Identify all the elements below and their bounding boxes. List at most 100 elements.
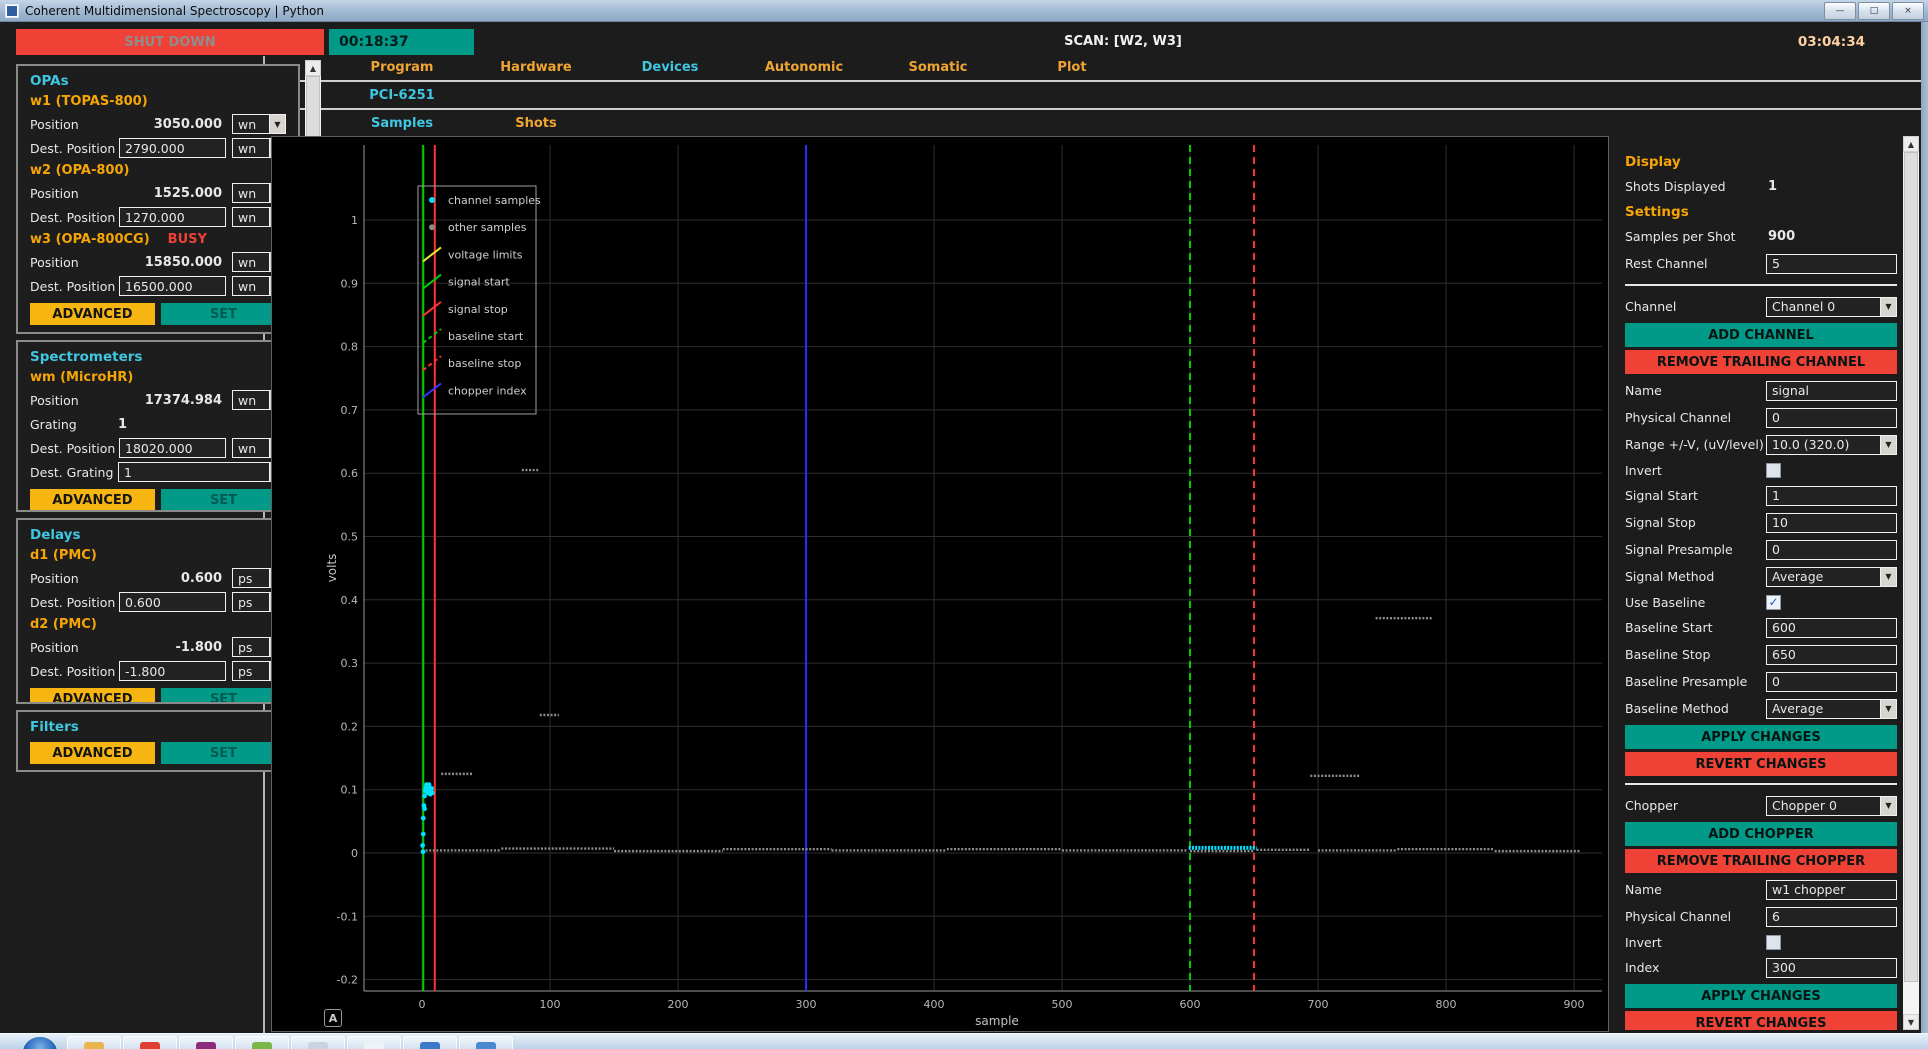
signal-method-select[interactable]: Average▼ <box>1766 567 1897 587</box>
start-button[interactable] <box>22 1036 58 1049</box>
apply-changes-button[interactable]: APPLY CHANGES <box>1625 725 1897 749</box>
filters-advanced-button[interactable]: ADVANCED <box>30 742 155 764</box>
rest-channel-input[interactable]: 5 <box>1766 254 1897 274</box>
chopper-revert-changes-button[interactable]: REVERT CHANGES <box>1625 1011 1897 1030</box>
chevron-down-icon: ▼ <box>1880 298 1896 316</box>
tab-autonomic[interactable]: Autonomic <box>737 60 871 75</box>
minimize-button[interactable]: — <box>1824 2 1856 20</box>
baseline-presample-row: Baseline Presample 0 <box>1625 668 1897 695</box>
x-tick-label: 700 <box>1308 998 1329 1011</box>
baseline-presample-input[interactable]: 0 <box>1766 672 1897 692</box>
chopper-select[interactable]: Chopper 0▼ <box>1766 796 1897 816</box>
d2-position-value: -1.800 <box>116 640 226 655</box>
field-label: Signal Stop <box>1625 515 1766 530</box>
tab-devices[interactable]: Devices <box>603 60 737 75</box>
range-select[interactable]: 10.0 (320.0)▼ <box>1766 435 1897 455</box>
baseline-method-select[interactable]: Average▼ <box>1766 699 1897 719</box>
baseline-stop-input[interactable]: 650 <box>1766 645 1897 665</box>
chopper-name-input[interactable]: w1 chopper <box>1766 880 1897 900</box>
field-label: Dest. Position <box>30 210 116 225</box>
channel-name-input[interactable]: signal <box>1766 381 1897 401</box>
scroll-up-icon[interactable]: ▲ <box>305 60 321 76</box>
use-baseline-checkbox[interactable] <box>1766 595 1781 610</box>
channel-value: Channel 0 <box>1767 299 1835 314</box>
shutdown-button[interactable]: SHUT DOWN <box>16 29 324 55</box>
opas-advanced-button[interactable]: ADVANCED <box>30 303 155 325</box>
chopper-apply-changes-button[interactable]: APPLY CHANGES <box>1625 984 1897 1008</box>
signal-stop-input[interactable]: 10 <box>1766 513 1897 533</box>
chopper-physical-channel-input[interactable]: 6 <box>1766 907 1897 927</box>
autoscale-button[interactable]: A <box>324 1009 342 1027</box>
taskbar-item-folder-icon[interactable] <box>67 1036 121 1049</box>
spectrometers-set-button[interactable]: SET <box>161 489 286 511</box>
chopper-index-input[interactable]: 300 <box>1766 958 1897 978</box>
channel-select[interactable]: Channel 0 ▼ <box>1766 297 1897 317</box>
chopper-invert-checkbox[interactable] <box>1766 935 1781 950</box>
scroll-up-icon[interactable]: ▲ <box>1903 136 1919 152</box>
taskbar-item-purple-app-icon[interactable] <box>179 1036 233 1049</box>
taskbar-item-blue-app-icon[interactable] <box>459 1036 513 1049</box>
x-tick-label: 200 <box>668 998 689 1011</box>
taskbar-item-gray-app-icon[interactable] <box>291 1036 345 1049</box>
w3-position-value: 15850.000 <box>116 255 226 270</box>
d2-dest-position-input[interactable]: -1.800 <box>119 661 226 681</box>
chopper-name-row: Name w1 chopper <box>1625 876 1897 903</box>
tab-shots[interactable]: Shots <box>469 116 603 131</box>
tab-pci-6251[interactable]: PCI-6251 <box>335 88 469 103</box>
field-label: Shots Displayed <box>1625 179 1766 194</box>
field-label: Dest. Position <box>30 595 116 610</box>
w1-units-select[interactable]: wn▼ <box>232 114 286 134</box>
x-axis-title: sample <box>975 1014 1019 1028</box>
scrollbar-thumb[interactable] <box>1904 152 1918 982</box>
y-tick-label: 0.3 <box>341 657 359 670</box>
taskbar-item-console-app-icon[interactable] <box>403 1036 457 1049</box>
taskbar-item-red-app-icon[interactable] <box>123 1036 177 1049</box>
scroll-down-icon[interactable]: ▼ <box>1903 1014 1919 1030</box>
field-label: Invert <box>1625 463 1766 478</box>
settings-scrollbar[interactable]: ▲ ▼ <box>1903 136 1919 1030</box>
remove-trailing-channel-button[interactable]: REMOVE TRAILING CHANNEL <box>1625 350 1897 374</box>
filters-set-button[interactable]: SET <box>161 742 286 764</box>
baseline-start-input[interactable]: 600 <box>1766 618 1897 638</box>
delays-advanced-button[interactable]: ADVANCED <box>30 688 155 704</box>
taskbar-item-white-app-icon[interactable] <box>347 1036 401 1049</box>
legend-label: baseline stop <box>448 357 521 370</box>
taskbar-item-green-app-icon[interactable] <box>235 1036 289 1049</box>
signal-presample-input[interactable]: 0 <box>1766 540 1897 560</box>
tab-plot[interactable]: Plot <box>1005 60 1139 75</box>
wm-dest-position-input[interactable]: 18020.000 <box>119 438 226 458</box>
tab-program[interactable]: Program <box>335 60 469 75</box>
w3-dest-position-input[interactable]: 16500.000 <box>119 276 226 296</box>
y-axis-title: volts <box>325 554 339 583</box>
samples-per-shot-value: 900 <box>1766 229 1795 244</box>
y-tick-label: 0.4 <box>341 594 359 607</box>
plot-canvas[interactable]: 010020030040050060070080090010.90.80.70.… <box>271 136 1609 1032</box>
physical-channel-row: Physical Channel 0 <box>1625 404 1897 431</box>
add-chopper-button[interactable]: ADD CHOPPER <box>1625 822 1897 846</box>
w3-busy-badge: BUSY <box>168 232 207 247</box>
delays-set-button[interactable]: SET <box>161 688 286 704</box>
invert-checkbox[interactable] <box>1766 463 1781 478</box>
units-value: wn <box>233 441 256 456</box>
w1-dest-position-input[interactable]: 2790.000 <box>119 138 226 158</box>
baseline-stop-row: Baseline Stop 650 <box>1625 641 1897 668</box>
opas-set-button[interactable]: SET <box>161 303 286 325</box>
tab-samples[interactable]: Samples <box>335 116 469 131</box>
physical-channel-input[interactable]: 0 <box>1766 408 1897 428</box>
close-button[interactable]: × <box>1892 2 1924 20</box>
restore-button[interactable]: □ <box>1858 2 1890 20</box>
field-label: Rest Channel <box>1625 256 1766 271</box>
y-tick-label: 0.7 <box>341 404 359 417</box>
remove-trailing-chopper-button[interactable]: REMOVE TRAILING CHOPPER <box>1625 849 1897 873</box>
revert-changes-button[interactable]: REVERT CHANGES <box>1625 752 1897 776</box>
signal-start-input[interactable]: 1 <box>1766 486 1897 506</box>
field-label: Grating <box>30 417 116 432</box>
d1-dest-position-input[interactable]: 0.600 <box>119 592 226 612</box>
wm-dest-grating-select[interactable]: 1▼ <box>118 462 286 482</box>
channel-row: Channel Channel 0▼ <box>1625 293 1897 320</box>
tab-hardware[interactable]: Hardware <box>469 60 603 75</box>
add-channel-button[interactable]: ADD CHANNEL <box>1625 323 1897 347</box>
w2-dest-position-input[interactable]: 1270.000 <box>119 207 226 227</box>
spectrometers-advanced-button[interactable]: ADVANCED <box>30 489 155 511</box>
tab-somatic[interactable]: Somatic <box>871 60 1005 75</box>
